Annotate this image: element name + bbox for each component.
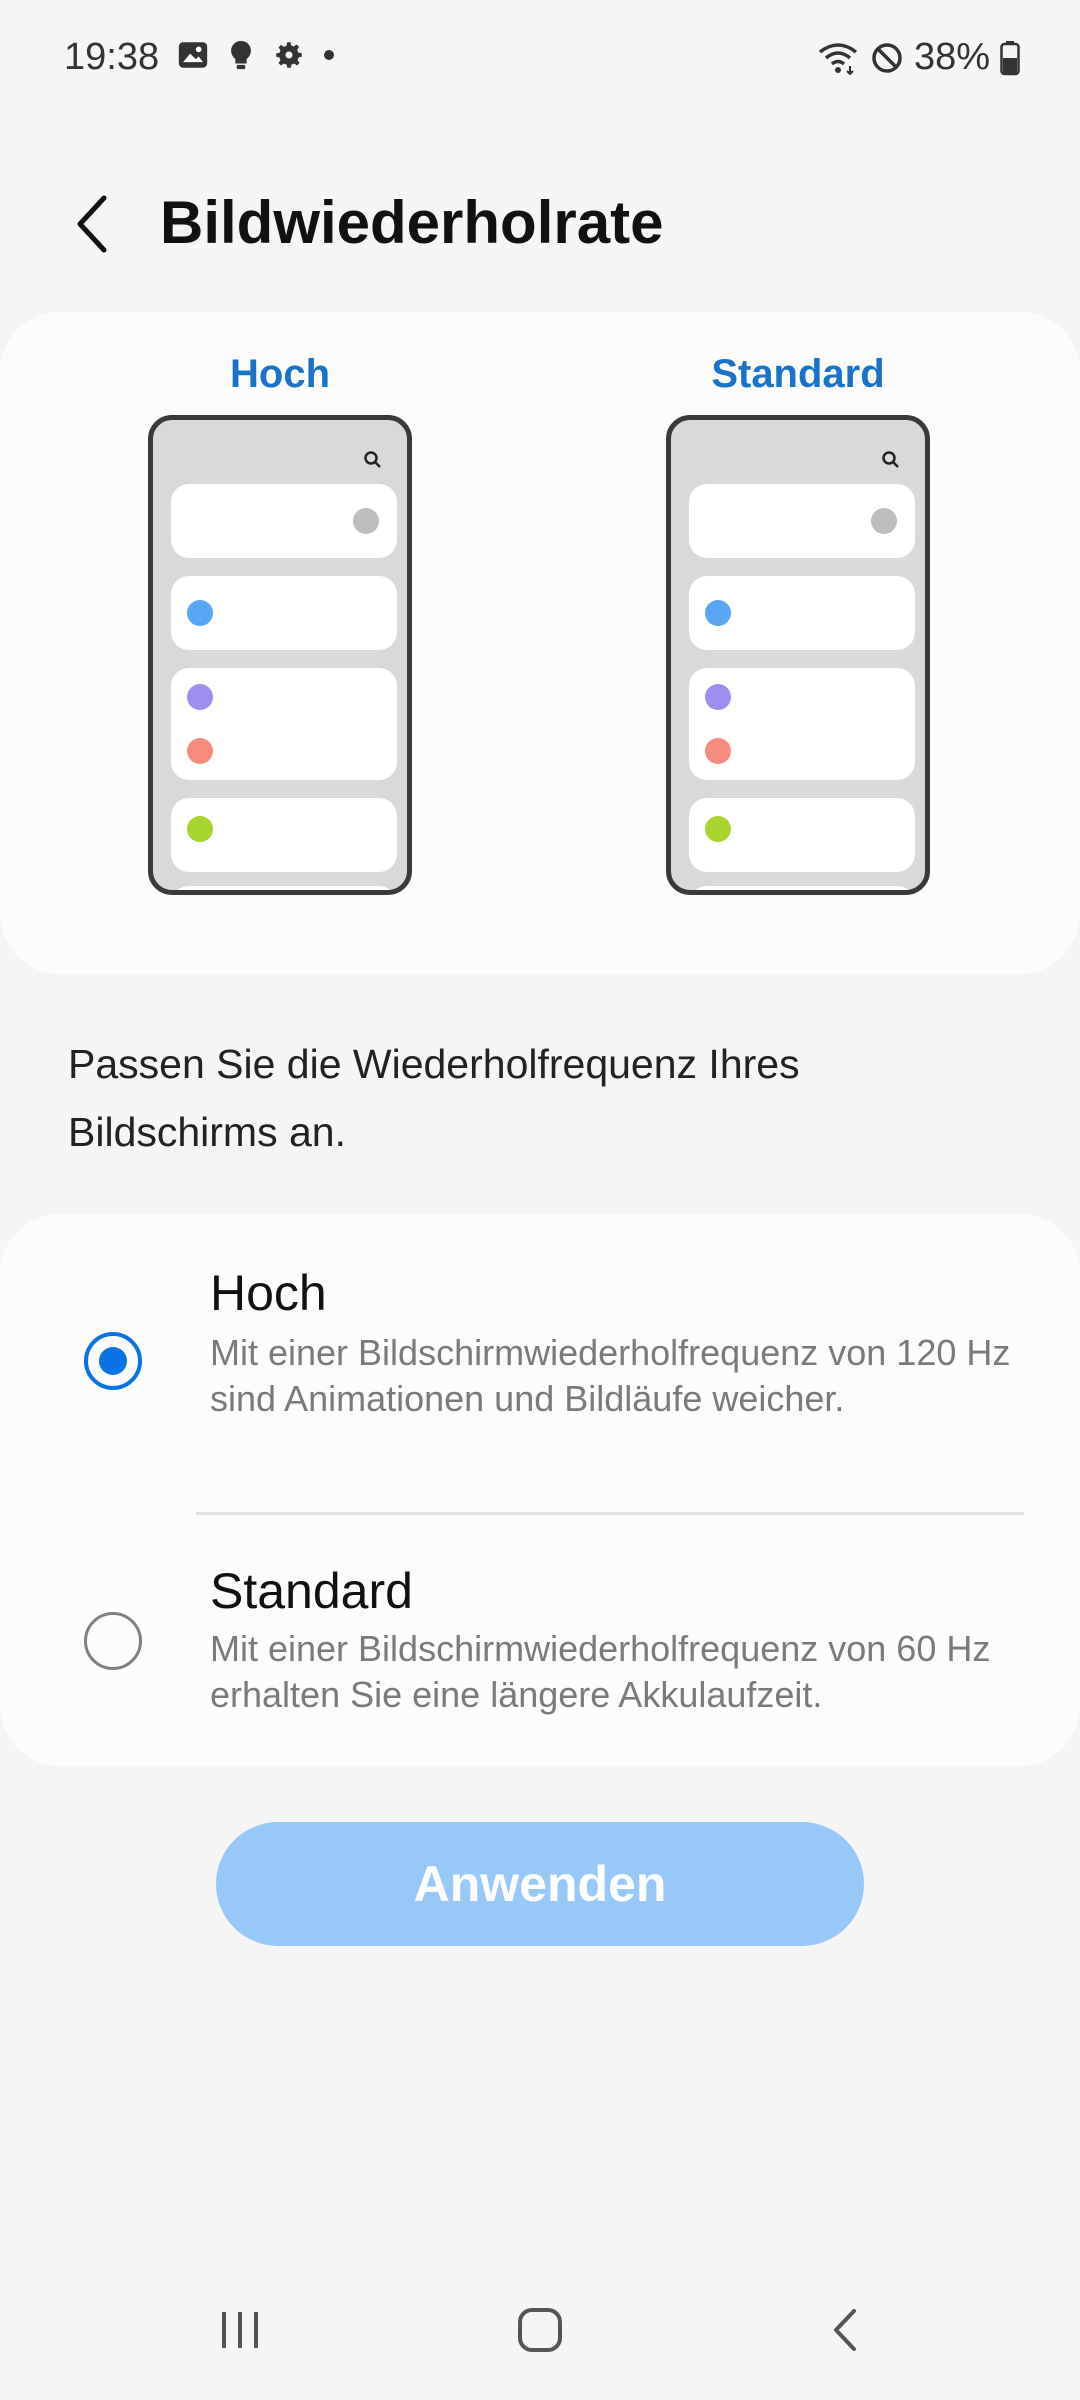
mock-card [689,484,915,558]
mock-card [689,798,915,872]
back-button[interactable] [56,188,128,260]
mock-dot [705,684,731,710]
preview-standard: Standard [658,352,938,895]
mock-dot [187,816,213,842]
mock-dot [187,738,213,764]
mock-dot [705,890,731,895]
mock-card [689,886,915,895]
search-icon [363,450,383,475]
status-time: 19:38 [64,36,160,78]
mock-dot [705,600,731,626]
notification-icons [176,38,336,72]
preview-high: Hoch [140,352,420,895]
options-card: Hoch Mit einer Bildschirmwiederholfreque… [0,1214,1080,1766]
mock-card [689,668,915,780]
home-icon[interactable] [500,2290,580,2370]
app-bar: Bildwiederholrate [0,170,1080,280]
gallery-icon [176,38,210,72]
page-title: Bildwiederholrate [160,189,664,256]
system-icons: 38% [816,36,1020,79]
phone-illustration [666,415,930,895]
description-text: Passen Sie die Wiederholfrequenz Ihres B… [68,1041,800,1155]
back-arrow-icon [77,195,107,253]
option-standard-title: Standard [210,1563,413,1619]
mock-dot [187,600,213,626]
option-high-description: Mit einer Bildschirmwiederholfrequenz vo… [210,1332,1011,1419]
option-high[interactable]: Hoch Mit einer Bildschirmwiederholfreque… [0,1214,1080,1512]
status-bar: 19:38 38% [0,0,1080,120]
mock-dot [187,890,213,895]
mock-card [171,886,397,895]
navigation-bar [0,2280,1080,2380]
radio-high[interactable] [84,1332,142,1390]
battery-level: 38% [913,36,990,78]
battery-icon [1000,40,1020,76]
mock-dot [353,508,379,534]
dot-icon [322,38,336,72]
option-high-title: Hoch [210,1265,327,1321]
preview-standard-label: Standard [711,352,885,396]
mock-dot [705,816,731,842]
mock-card [689,576,915,650]
preview-card: Hoch Standard [0,312,1080,974]
radio-standard[interactable] [84,1612,142,1670]
preview-high-label: Hoch [230,352,330,396]
option-standard[interactable]: Standard Mit einer Bildschirmwiederholfr… [0,1514,1080,1766]
mock-card [171,484,397,558]
mock-dot [187,684,213,710]
back-nav-icon[interactable] [804,2290,884,2370]
option-standard-description: Mit einer Bildschirmwiederholfrequenz vo… [210,1628,991,1715]
gear-icon [272,38,306,72]
do-not-disturb-icon [870,41,904,75]
wifi-icon [816,40,860,76]
mock-dot [871,508,897,534]
mock-dot [705,738,731,764]
bulb-icon [226,38,256,72]
search-icon [881,450,901,475]
mock-card [171,798,397,872]
recent-apps-icon[interactable] [200,2290,280,2370]
apply-button[interactable]: Anwenden [216,1822,864,1946]
mock-card [171,576,397,650]
mock-card [171,668,397,780]
phone-illustration [148,415,412,895]
